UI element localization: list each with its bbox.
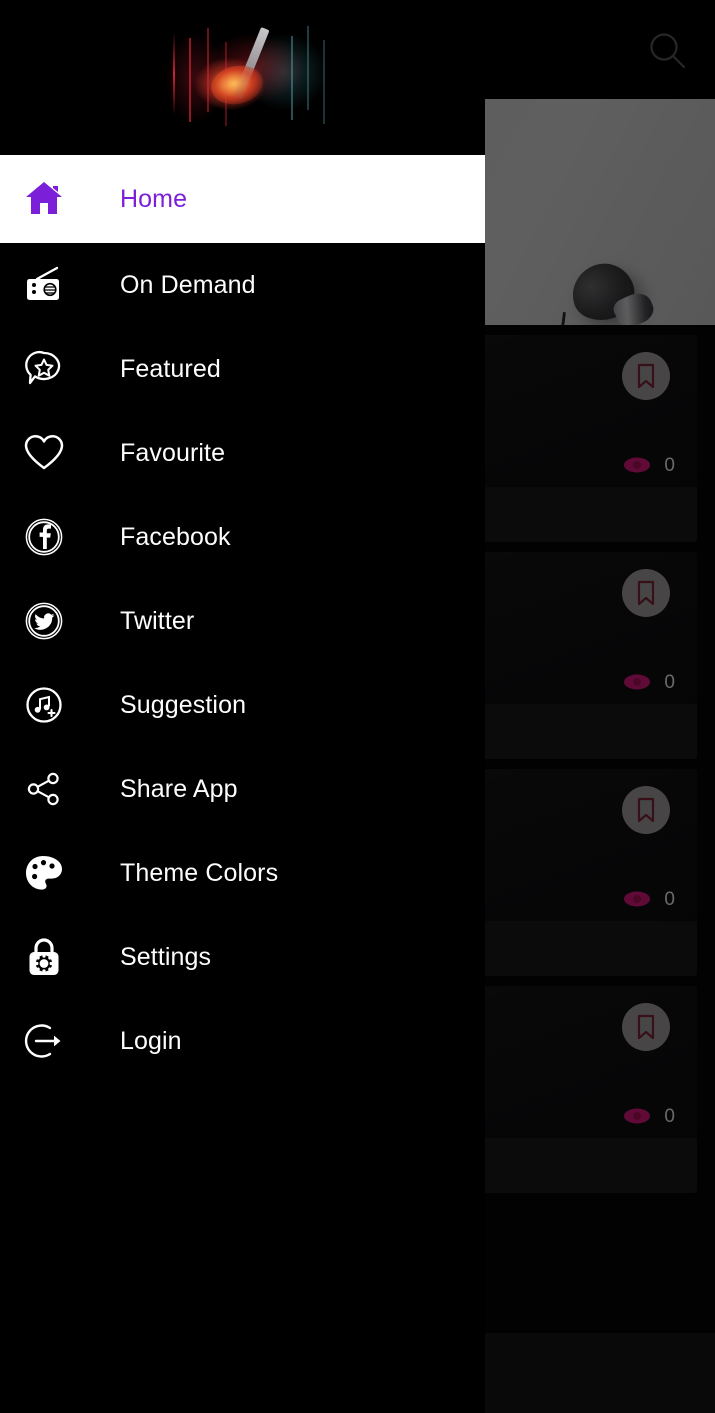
sidebar-item-label: Theme Colors <box>120 858 279 887</box>
sidebar-item-label: Share App <box>120 774 238 803</box>
home-icon <box>22 177 66 221</box>
drawer-menu: Home On Demand Featured Favourite Facebo… <box>0 155 485 1083</box>
drawer-header <box>0 0 485 155</box>
logo-light-streaks <box>173 32 175 116</box>
sidebar-item-settings[interactable]: Settings <box>0 915 485 999</box>
heart-icon <box>22 431 66 475</box>
share-icon <box>22 767 66 811</box>
sidebar-item-label: Twitter <box>120 606 195 635</box>
sidebar-item-suggestion[interactable]: Suggestion <box>0 663 485 747</box>
sidebar-item-favourite[interactable]: Favourite <box>0 411 485 495</box>
sidebar-item-label: Settings <box>120 942 212 971</box>
sidebar-item-label: Login <box>120 1026 182 1055</box>
twitter-icon <box>22 599 66 643</box>
palette-icon <box>22 851 66 895</box>
logo-guitar-body-glow <box>207 61 267 109</box>
navigation-drawer: Home On Demand Featured Favourite Facebo… <box>0 0 485 1413</box>
facebook-icon <box>22 515 66 559</box>
star-chat-icon <box>22 347 66 391</box>
sidebar-item-twitter[interactable]: Twitter <box>0 579 485 663</box>
app-root: 0 es <box>0 0 715 1413</box>
sidebar-item-facebook[interactable]: Facebook <box>0 495 485 579</box>
sidebar-item-label: On Demand <box>120 270 256 299</box>
sidebar-item-featured[interactable]: Featured <box>0 327 485 411</box>
music-guitar-logo <box>135 12 350 130</box>
sidebar-item-label: Facebook <box>120 522 231 551</box>
radio-icon <box>22 263 66 307</box>
sidebar-item-label: Home <box>120 184 188 213</box>
sidebar-item-on-demand[interactable]: On Demand <box>0 243 485 327</box>
lock-gear-icon <box>22 935 66 979</box>
sidebar-item-label: Featured <box>120 354 221 383</box>
login-icon <box>22 1019 66 1063</box>
sidebar-item-label: Favourite <box>120 438 226 467</box>
sidebar-item-theme-colors[interactable]: Theme Colors <box>0 831 485 915</box>
sidebar-item-login[interactable]: Login <box>0 999 485 1083</box>
sidebar-item-home[interactable]: Home <box>0 155 485 243</box>
music-add-icon <box>22 683 66 727</box>
sidebar-item-share-app[interactable]: Share App <box>0 747 485 831</box>
sidebar-item-label: Suggestion <box>120 690 247 719</box>
